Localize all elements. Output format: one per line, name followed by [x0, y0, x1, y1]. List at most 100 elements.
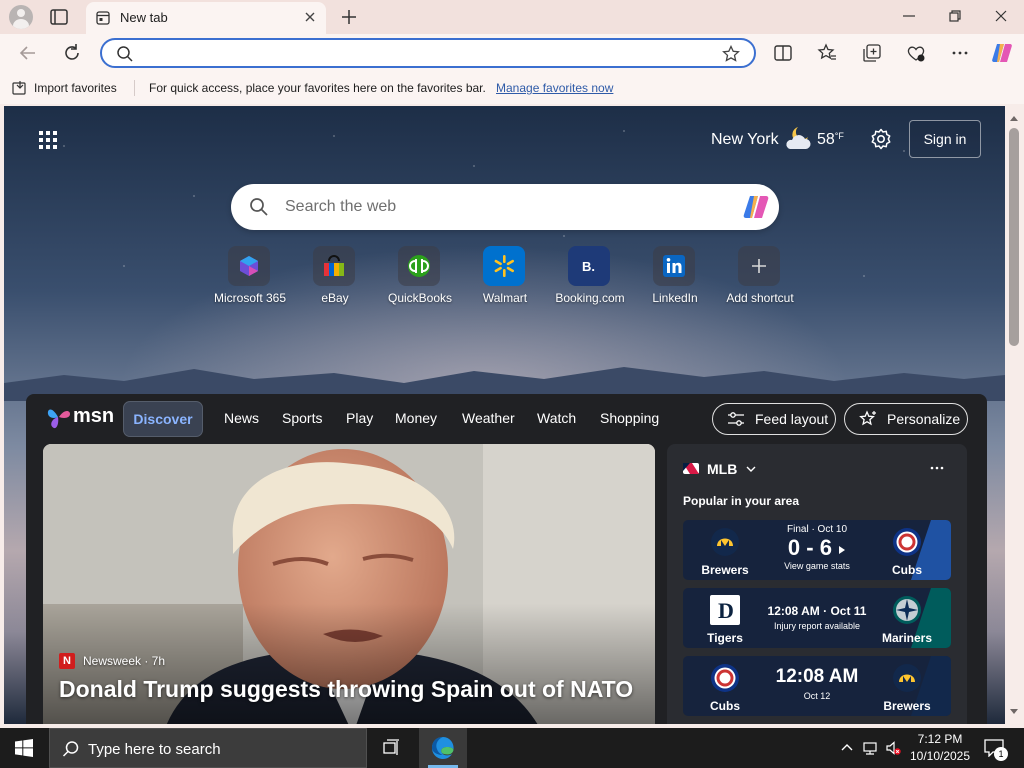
collections-icon[interactable] [862, 43, 882, 63]
more-options-icon[interactable] [929, 460, 945, 476]
plus-icon [752, 259, 766, 273]
windows-start-icon[interactable] [15, 739, 33, 757]
title-bar: New tab [0, 0, 1024, 34]
cubs-logo-icon [711, 664, 739, 692]
volume-muted-icon[interactable] [885, 740, 901, 756]
shortcut-ebay[interactable]: eBay [287, 246, 383, 310]
import-favorites-icon[interactable] [12, 80, 28, 96]
game-card[interactable]: D Tigers 12:08 AM · Oct 11 Injury report… [683, 588, 951, 648]
ebay-icon [324, 255, 344, 276]
msn-logo[interactable]: msn [46, 404, 116, 430]
web-search-input[interactable] [285, 196, 725, 218]
gear-icon[interactable] [870, 128, 892, 150]
search-icon [250, 198, 268, 216]
tab-money[interactable]: Money [395, 410, 437, 426]
tab-discover[interactable]: Discover [123, 401, 203, 437]
league-selector[interactable]: MLB [707, 461, 737, 477]
page-scrollbar[interactable] [1005, 106, 1024, 724]
restore-icon[interactable] [947, 8, 963, 24]
tab-weather[interactable]: Weather [462, 410, 515, 426]
weather-city[interactable]: New York [711, 131, 779, 149]
newsweek-logo-icon: N [59, 653, 75, 669]
tab-watch[interactable]: Watch [537, 410, 576, 426]
favorites-bar: Import favorites For quick access, place… [0, 72, 1024, 104]
search-icon [62, 741, 79, 757]
feed-layout-button[interactable]: Feed layout [712, 403, 836, 435]
scroll-down-arrow-icon[interactable] [1009, 708, 1019, 716]
refresh-icon[interactable] [61, 42, 83, 64]
taskbar: Type here to search 7:12 PM 10/10/2025 1 [0, 728, 1024, 768]
favorites-icon[interactable] [817, 43, 837, 63]
svg-text:D: D [718, 598, 734, 623]
shortcut-microsoft-365[interactable]: Microsoft 365 [202, 246, 298, 310]
copilot-icon[interactable] [990, 41, 1014, 65]
clock-time: 7:12 PM [917, 732, 963, 746]
shortcut-booking[interactable]: B. Booking.com [542, 246, 638, 310]
sign-in-button[interactable]: Sign in [909, 120, 981, 158]
import-favorites-button[interactable]: Import favorites [34, 81, 117, 95]
hero-headline[interactable]: Donald Trump suggests throwing Spain out… [59, 676, 633, 703]
taskbar-edge-app[interactable] [419, 728, 467, 768]
shortcut-tile [738, 246, 780, 286]
chevron-down-icon[interactable] [745, 463, 757, 475]
hero-source[interactable]: Newsweek · 7h [83, 654, 165, 668]
tab-play[interactable]: Play [346, 410, 373, 426]
split-screen-icon[interactable] [773, 43, 793, 63]
copilot-icon[interactable] [741, 192, 771, 222]
shortcut-linkedin[interactable]: LinkedIn [627, 246, 723, 310]
game-stats-link[interactable]: View game stats [763, 561, 871, 571]
new-tab-plus-icon[interactable] [339, 7, 359, 27]
shortcut-add[interactable]: Add shortcut [712, 246, 808, 310]
game-card[interactable]: Cubs 12:08 AM Oct 12 Brewers [683, 656, 951, 716]
weather-temp-unit: °F [834, 131, 844, 141]
hero-article[interactable]: N Newsweek · 7h Donald Trump suggests th… [43, 444, 655, 724]
system-clock[interactable]: 7:12 PM 10/10/2025 [908, 731, 972, 765]
brewers-logo-icon [711, 528, 739, 556]
msn-logo-text: msn [73, 405, 115, 427]
sparkle-star-icon [859, 410, 876, 426]
network-icon[interactable] [862, 740, 878, 756]
tab-actions-icon[interactable] [50, 9, 68, 25]
weather-temperature[interactable]: 58°F [817, 131, 844, 149]
favorite-star-icon[interactable] [722, 45, 740, 63]
profile-avatar[interactable] [9, 5, 33, 29]
play-arrow-icon [839, 546, 846, 554]
minimize-icon[interactable] [901, 8, 917, 24]
partly-cloudy-moon-icon[interactable] [784, 125, 812, 151]
manage-favorites-link[interactable]: Manage favorites now [496, 81, 613, 95]
game-score: 0 - 6 [763, 535, 871, 561]
web-search-box[interactable] [231, 184, 779, 230]
scrollbar-thumb[interactable] [1009, 128, 1019, 346]
apps-grid-icon[interactable] [38, 130, 58, 150]
tab-news[interactable]: News [224, 410, 259, 426]
more-options-icon[interactable] [950, 43, 970, 63]
injury-report-link[interactable]: Injury report available [763, 621, 871, 631]
shortcut-quickbooks[interactable]: QuickBooks [372, 246, 468, 310]
shortcut-tile: B. [568, 246, 610, 286]
scroll-up-arrow-icon[interactable] [1009, 114, 1019, 122]
tab-sports[interactable]: Sports [282, 410, 322, 426]
linkedin-icon [663, 255, 685, 277]
shortcut-tile [653, 246, 695, 286]
address-bar[interactable] [100, 38, 756, 68]
sports-card: MLB Popular in your area Brewers Final ·… [667, 444, 967, 724]
shortcut-tile [483, 246, 525, 286]
close-window-icon[interactable] [993, 8, 1009, 24]
game-center: 12:08 AM · Oct 11 Injury report availabl… [763, 604, 871, 631]
home-team-name: Cubs [892, 563, 922, 577]
edge-browser-icon [432, 737, 454, 759]
game-card[interactable]: Brewers Final · Oct 10 0 - 6 View game s… [683, 520, 951, 580]
show-hidden-icons-chevron-icon[interactable] [839, 740, 855, 756]
shortcut-label: eBay [321, 291, 349, 305]
browser-essentials-icon[interactable] [906, 43, 926, 63]
tab-new-tab[interactable]: New tab [86, 2, 326, 34]
task-view-icon[interactable] [382, 739, 400, 757]
tab-shopping[interactable]: Shopping [600, 410, 659, 426]
close-tab-icon[interactable] [302, 9, 318, 25]
taskbar-search-box[interactable]: Type here to search [49, 728, 367, 768]
back-arrow-icon[interactable] [17, 42, 39, 64]
personalize-label: Personalize [887, 411, 961, 427]
shortcut-walmart[interactable]: Walmart [457, 246, 553, 310]
personalize-button[interactable]: Personalize [844, 403, 968, 435]
brewers-logo-icon [893, 664, 921, 692]
